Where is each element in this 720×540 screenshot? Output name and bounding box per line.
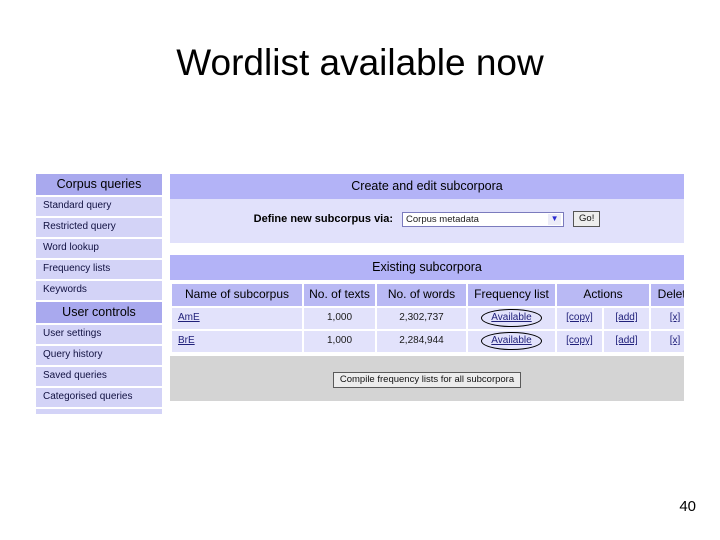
column-header-texts: No. of texts bbox=[304, 284, 375, 306]
define-subcorpus-label: Define new subcorpus via: bbox=[253, 213, 394, 225]
sidebar-item-restricted-query[interactable]: Restricted query bbox=[36, 218, 162, 237]
panel-spacer bbox=[170, 243, 684, 255]
sidebar-section-header-user-controls: User controls bbox=[36, 302, 162, 323]
frequency-available-link[interactable]: Available bbox=[491, 335, 531, 346]
sidebar-item-standard-query[interactable]: Standard query bbox=[36, 197, 162, 216]
delete-action-link[interactable]: [x] bbox=[670, 312, 681, 323]
sidebar-item-keywords[interactable]: Keywords bbox=[36, 281, 162, 300]
column-header-name: Name of subcorpus bbox=[172, 284, 302, 306]
compile-frequency-lists-button[interactable]: Compile frequency lists for all subcorpo… bbox=[332, 372, 522, 388]
subcorpus-copy-cell: [copy] bbox=[557, 308, 602, 329]
column-header-actions: Actions bbox=[557, 284, 650, 306]
create-subcorpora-body: Define new subcorpus via: Corpus metadat… bbox=[170, 199, 684, 243]
table-row: AmE 1,000 2,302,737 Available [copy] [ad… bbox=[172, 308, 684, 329]
subcorpus-source-select[interactable]: Corpus metadata ▼ bbox=[402, 211, 565, 227]
table-footer: Compile frequency lists for all subcorpo… bbox=[170, 356, 684, 401]
sidebar-item-clipped[interactable] bbox=[36, 409, 162, 414]
screenshot-region: Corpus queries Standard query Restricted… bbox=[36, 172, 684, 430]
frequency-available-annotation: Available bbox=[481, 332, 542, 350]
subcorpus-add-cell: [add] bbox=[604, 331, 650, 352]
sidebar-item-word-lookup[interactable]: Word lookup bbox=[36, 239, 162, 258]
frequency-available-annotation: Available bbox=[481, 309, 542, 327]
column-header-delete: Delete bbox=[651, 284, 684, 306]
subcorpus-source-value: Corpus metadata bbox=[406, 213, 479, 225]
table-row: BrE 1,000 2,284,944 Available [copy] [ad… bbox=[172, 331, 684, 352]
subcorpus-name-link[interactable]: AmE bbox=[178, 312, 200, 323]
subcorpus-texts-cell: 1,000 bbox=[304, 331, 375, 352]
subcorpus-copy-cell: [copy] bbox=[557, 331, 602, 352]
add-action-link[interactable]: [add] bbox=[615, 312, 637, 323]
subcorpus-name-cell: BrE bbox=[172, 331, 302, 352]
sidebar-item-frequency-lists[interactable]: Frequency lists bbox=[36, 260, 162, 279]
column-header-words: No. of words bbox=[377, 284, 466, 306]
define-subcorpus-row: Define new subcorpus via: Corpus metadat… bbox=[170, 211, 684, 227]
subcorpus-delete-cell: [x] bbox=[651, 331, 684, 352]
copy-action-link[interactable]: [copy] bbox=[566, 312, 593, 323]
subcorpus-frequency-cell: Available bbox=[468, 308, 555, 329]
sidebar-item-user-settings[interactable]: User settings bbox=[36, 325, 162, 344]
sidebar-section-header-corpus-queries: Corpus queries bbox=[36, 174, 162, 195]
subcorpus-texts-cell: 1,000 bbox=[304, 308, 375, 329]
sidebar-item-categorised-queries[interactable]: Categorised queries bbox=[36, 388, 162, 407]
slide-page-number: 40 bbox=[679, 498, 696, 515]
frequency-available-link[interactable]: Available bbox=[491, 312, 531, 323]
go-button[interactable]: Go! bbox=[573, 211, 601, 227]
subcorpus-name-cell: AmE bbox=[172, 308, 302, 329]
column-header-frequency-list: Frequency list bbox=[468, 284, 555, 306]
subcorpus-words-cell: 2,302,737 bbox=[377, 308, 466, 329]
page-title: Wordlist available now bbox=[176, 42, 544, 83]
sidebar-item-query-history[interactable]: Query history bbox=[36, 346, 162, 365]
subcorpora-table: Name of subcorpus No. of texts No. of wo… bbox=[170, 282, 684, 354]
copy-action-link[interactable]: [copy] bbox=[566, 335, 593, 346]
sidebar: Corpus queries Standard query Restricted… bbox=[36, 174, 162, 416]
delete-action-link[interactable]: [x] bbox=[670, 335, 681, 346]
main-panel: Create and edit subcorpora Define new su… bbox=[170, 174, 684, 401]
subcorpus-name-link[interactable]: BrE bbox=[178, 335, 195, 346]
add-action-link[interactable]: [add] bbox=[615, 335, 637, 346]
subcorpus-delete-cell: [x] bbox=[651, 308, 684, 329]
table-header-row: Name of subcorpus No. of texts No. of wo… bbox=[172, 284, 684, 306]
subcorpus-frequency-cell: Available bbox=[468, 331, 555, 352]
chevron-down-icon[interactable]: ▼ bbox=[548, 213, 562, 225]
existing-subcorpora-header: Existing subcorpora bbox=[170, 255, 684, 280]
sidebar-item-saved-queries[interactable]: Saved queries bbox=[36, 367, 162, 386]
subcorpus-add-cell: [add] bbox=[604, 308, 650, 329]
subcorpus-words-cell: 2,284,944 bbox=[377, 331, 466, 352]
create-subcorpora-header: Create and edit subcorpora bbox=[170, 174, 684, 199]
